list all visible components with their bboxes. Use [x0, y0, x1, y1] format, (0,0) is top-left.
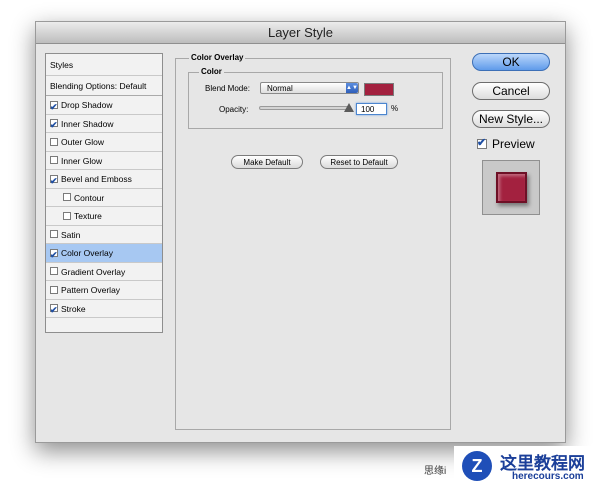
style-item-outer-glow[interactable]: Outer Glow: [46, 133, 162, 152]
layer-style-dialog: Layer Style Styles Blending Options: Def…: [35, 21, 566, 443]
overlay-color-swatch[interactable]: [364, 83, 394, 96]
style-item-drop-shadow[interactable]: Drop Shadow: [46, 96, 162, 116]
blend-mode-value: Normal: [267, 84, 293, 93]
style-item-label: Stroke: [61, 303, 86, 314]
style-item-label: Pattern Overlay: [61, 285, 121, 295]
style-item-stroke[interactable]: Stroke: [46, 300, 162, 320]
style-item-label: Color Overlay: [61, 248, 113, 258]
color-overlay-panel: Color Overlay Color Blend Mode: Normal ▲…: [175, 53, 451, 430]
watermark-url: herecours.com: [512, 471, 584, 482]
window-title: Layer Style: [36, 22, 565, 44]
style-item-texture[interactable]: Texture: [46, 207, 162, 226]
preview-label: Preview: [492, 137, 535, 151]
reset-to-default-button[interactable]: Reset to Default: [320, 155, 398, 169]
opacity-slider-thumb[interactable]: [344, 103, 354, 112]
preview-checkbox-box[interactable]: [477, 136, 487, 149]
style-checkbox[interactable]: [63, 193, 71, 202]
style-item-label: Bevel and Emboss: [61, 174, 132, 184]
style-item-label: Satin: [61, 229, 81, 240]
style-item-label: Outer Glow: [61, 137, 104, 147]
color-group-title: Color: [199, 67, 224, 76]
style-item-label: Gradient Overlay: [61, 266, 126, 277]
opacity-unit: %: [391, 104, 399, 113]
style-item-inner-shadow[interactable]: Inner Shadow: [46, 115, 162, 135]
style-checkbox[interactable]: [50, 301, 58, 320]
style-checkbox[interactable]: [50, 156, 58, 165]
preview-swatch: [496, 172, 527, 203]
style-item-label: Texture: [74, 211, 102, 221]
watermark: Z 这里教程网 herecours.com: [454, 446, 600, 489]
style-checkbox[interactable]: [50, 98, 58, 116]
style-checkbox[interactable]: [63, 211, 71, 220]
new-style-button[interactable]: New Style...: [472, 110, 550, 128]
style-checkbox[interactable]: [50, 116, 58, 135]
style-item-label: Contour: [74, 192, 105, 203]
style-checkbox[interactable]: [50, 172, 58, 190]
opacity-label: Opacity:: [219, 105, 249, 114]
style-checkbox[interactable]: [50, 285, 58, 294]
chevron-updown-icon: ▲▼: [346, 83, 358, 93]
cancel-button[interactable]: Cancel: [472, 82, 550, 100]
preview-thumbnail: [482, 160, 540, 215]
opacity-slider-track[interactable]: [259, 106, 351, 110]
blend-mode-select[interactable]: Normal ▲▼: [260, 82, 359, 94]
styles-list: Styles Blending Options: Default Drop Sh…: [45, 53, 163, 333]
style-item-bevel-and-emboss[interactable]: Bevel and Emboss: [46, 170, 162, 190]
watermark-side-text: 思缘i: [424, 466, 447, 477]
style-item-gradient-overlay[interactable]: Gradient Overlay: [46, 263, 162, 281]
style-checkbox[interactable]: [50, 246, 58, 264]
styles-header[interactable]: Styles: [46, 54, 162, 76]
style-item-contour[interactable]: Contour: [46, 189, 162, 207]
preview-checkbox[interactable]: Preview: [477, 136, 535, 151]
opacity-input[interactable]: 100: [356, 103, 387, 115]
style-checkbox[interactable]: [50, 137, 58, 146]
color-group: Color Blend Mode: Normal ▲▼ Opacity: 100…: [188, 67, 443, 129]
style-item-satin[interactable]: Satin: [46, 226, 162, 244]
style-item-label: Inner Glow: [61, 155, 103, 166]
style-item-color-overlay[interactable]: Color Overlay: [46, 244, 162, 264]
ok-button[interactable]: OK: [472, 53, 550, 71]
style-checkbox[interactable]: [50, 230, 58, 239]
blending-options-item[interactable]: Blending Options: Default: [46, 76, 162, 96]
blend-mode-label: Blend Mode:: [205, 84, 250, 93]
style-item-label: Drop Shadow: [61, 100, 113, 110]
style-item-pattern-overlay[interactable]: Pattern Overlay: [46, 281, 162, 300]
make-default-button[interactable]: Make Default: [231, 155, 303, 169]
style-item-label: Inner Shadow: [61, 118, 114, 129]
color-overlay-section-title: Color Overlay: [189, 53, 246, 62]
style-item-inner-glow[interactable]: Inner Glow: [46, 152, 162, 170]
style-checkbox[interactable]: [50, 267, 58, 276]
site-logo-icon: Z: [462, 451, 492, 481]
